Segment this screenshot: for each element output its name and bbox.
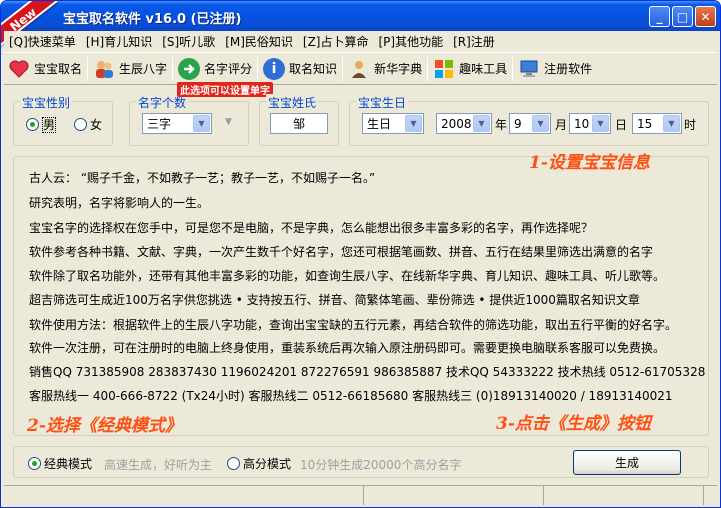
title-bar[interactable]: 宝宝取名软件 v16.0 (已注册) _ □ ✕ (1, 1, 720, 31)
radio-selected-icon (28, 457, 41, 470)
chevron-down-icon: ▼ (592, 115, 609, 132)
menu-register[interactable]: [R]注册 (448, 33, 500, 50)
tool-baby-naming[interactable]: 宝宝取名 (4, 54, 86, 84)
calendar-select[interactable]: 生日 ▼ (362, 113, 424, 134)
step2-hint: 2-选择《经典模式》 (27, 416, 182, 436)
info-icon: i (263, 57, 286, 80)
month-unit: 月 (555, 118, 568, 132)
name-length-group: 名字个数 三字 ▼ ▼ (129, 94, 249, 146)
maximize-button[interactable]: □ (672, 6, 693, 27)
menu-quick[interactable]: [Q]快速菜单 (4, 33, 81, 50)
app-window: 宝宝取名软件 v16.0 (已注册) _ □ ✕ New [Q]快速菜单 [H]… (0, 0, 721, 508)
info-line: 软件除了取名功能外，还带有其他丰富多彩的功能，如查询生辰八字、在线新华字典、育儿… (29, 269, 666, 283)
gender-label: 宝宝性别 (20, 94, 73, 111)
chevron-down-icon: ▼ (473, 115, 490, 132)
menu-folklore[interactable]: [M]民俗知识 (220, 33, 298, 50)
step1-hint: 1-设置宝宝信息 (529, 153, 650, 173)
menu-bar: [Q]快速菜单 [H]育儿知识 [S]听儿歌 [M]民俗知识 [Z]占卜算命 [… (4, 31, 717, 51)
down-arrow-icon: ▼ (225, 117, 232, 127)
minimize-button[interactable]: _ (649, 6, 670, 27)
gender-male-radio[interactable]: 男 (26, 116, 57, 133)
classic-mode-radio[interactable]: 经典模式 (28, 455, 92, 472)
birthday-label: 宝宝生日 (356, 94, 409, 111)
toolbar-separator (512, 56, 514, 81)
birthday-group: 宝宝生日 生日 ▼ 2008 ▼ 年 9 ▼ 月 10 ▼ 日 15 ▼ 时 (349, 94, 709, 146)
chevron-down-icon: ▼ (193, 115, 210, 132)
info-line: 古人云： “赐子千金，不如教子一艺；教子一艺，不如赐子一名。” (29, 171, 376, 185)
generate-button[interactable]: 生成 (573, 450, 681, 475)
menu-other[interactable]: [P]其他功能 (374, 33, 449, 50)
surname-label: 宝宝姓氏 (266, 94, 319, 111)
info-line: 软件一次注册，可在注册时的电脑上终身使用，重装系统后再次输入原注册码即可。需要更… (29, 341, 666, 355)
radio-selected-icon (26, 118, 39, 131)
toolbar: 宝宝取名 生辰八字 名字评分 i 取名知识 新华字典 趣味工具 注册软件 (4, 52, 717, 85)
chevron-down-icon: ▼ (663, 115, 680, 132)
window-title: 宝宝取名软件 v16.0 (已注册) (63, 12, 242, 27)
info-line: 宝宝名字的选择权在您手中，可是您不是电脑，不是字典，怎么能想出很多丰富多彩的名字… (29, 221, 594, 235)
month-select[interactable]: 9 ▼ (509, 113, 551, 134)
year-unit: 年 (495, 118, 508, 132)
tool-bazi[interactable]: 生辰八字 (89, 54, 171, 84)
windows-logo-icon (433, 58, 455, 80)
person-book-icon (348, 58, 370, 80)
info-line: 研究表明，名字将影响人的一生。 (29, 196, 210, 210)
close-button[interactable]: ✕ (695, 6, 716, 27)
high-score-mode-radio[interactable]: 高分模式 (227, 455, 291, 472)
menu-songs[interactable]: [S]听儿歌 (157, 33, 220, 50)
people-icon (93, 58, 115, 80)
status-pane (364, 486, 544, 505)
radio-icon (227, 457, 240, 470)
tool-dictionary[interactable]: 新华字典 (344, 54, 426, 84)
toolbar-separator (342, 56, 344, 81)
year-select[interactable]: 2008 ▼ (436, 113, 492, 134)
info-line: 软件使用方法：根据软件上的生辰八字功能，查询出宝宝缺的五行元素，再结合软件的筛选… (29, 318, 678, 332)
info-line: 客服热线一 400-666-8722 (Tx24小时) 客服热线二 0512-6… (29, 389, 673, 403)
name-length-select[interactable]: 三字 ▼ (142, 113, 212, 134)
info-line: 超吉筛选可生成近100万名字供您挑选 • 支持按五行、拼音、简繁体笔画、辈份筛选… (29, 293, 640, 307)
toolbar-separator (257, 56, 259, 81)
status-pane (544, 486, 704, 505)
tool-fun-tools[interactable]: 趣味工具 (429, 54, 511, 84)
menu-parenting[interactable]: [H]育儿知识 (81, 33, 157, 50)
monitor-icon (518, 58, 540, 80)
info-panel: 古人云： “赐子千金，不如教子一艺；教子一艺，不如赐子一名。” 研究表明，名字将… (13, 156, 709, 436)
status-bar (4, 485, 717, 505)
tool-name-score[interactable]: 名字评分 (174, 54, 256, 84)
radio-icon (74, 118, 87, 131)
heart-icon (8, 58, 30, 80)
gender-group: 宝宝性别 男 女 (13, 94, 113, 146)
toolbar-separator (427, 56, 429, 81)
toolbar-separator (87, 56, 89, 81)
surname-group: 宝宝姓氏 邹 (259, 94, 339, 146)
surname-input[interactable]: 邹 (270, 113, 328, 134)
info-line: 销售QQ 731385908 283837430 1196024201 8722… (29, 365, 706, 379)
name-length-hint: 此选项可以设置单字 (177, 82, 273, 97)
chevron-down-icon: ▼ (532, 115, 549, 132)
hour-unit: 时 (684, 118, 697, 132)
high-score-mode-desc: 10分钟生成20000个高分名字 (300, 458, 462, 472)
toolbar-separator (172, 56, 174, 81)
step3-hint: 3-点击《生成》按钮 (496, 414, 651, 434)
tool-register[interactable]: 注册软件 (514, 54, 596, 84)
chevron-down-icon: ▼ (405, 115, 422, 132)
gender-female-radio[interactable]: 女 (74, 116, 102, 133)
tool-naming-knowledge[interactable]: i 取名知识 (259, 54, 341, 84)
hour-select[interactable]: 15 ▼ (632, 113, 682, 134)
day-unit: 日 (615, 118, 628, 132)
classic-mode-desc: 高速生成，好听为主 (104, 458, 213, 472)
status-pane (4, 486, 364, 505)
menu-divination[interactable]: [Z]占卜算命 (298, 33, 374, 50)
mode-group: 经典模式 高速生成，好听为主 高分模式 10分钟生成20000个高分名字 生成 (13, 446, 709, 478)
info-line: 软件参考各种书籍、文献、字典，一次产生数千个好名字，您还可根据笔画数、拼音、五行… (29, 245, 654, 259)
day-select[interactable]: 10 ▼ (569, 113, 611, 134)
arrow-right-icon (178, 57, 201, 80)
